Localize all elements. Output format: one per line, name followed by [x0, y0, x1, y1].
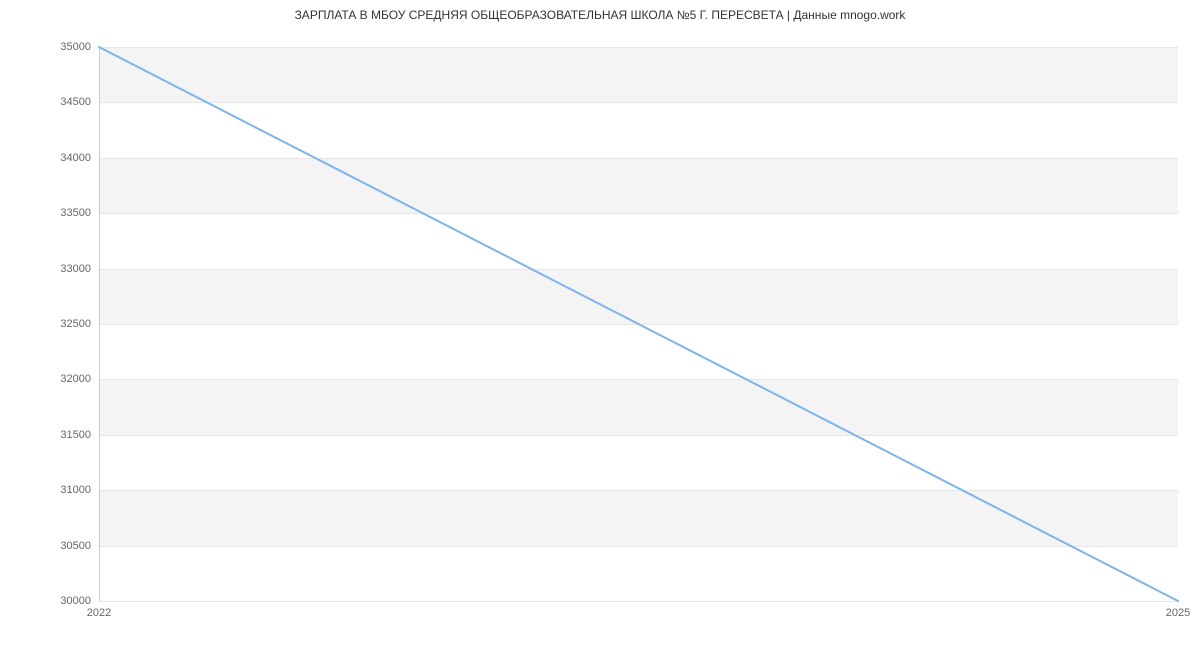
- gridline: [99, 601, 1178, 602]
- y-tick-label: 34500: [60, 96, 99, 108]
- plot-area: 35000 34500 34000 33500 33000 32500 3200…: [99, 47, 1178, 601]
- series-line: [99, 47, 1178, 601]
- chart-title: ЗАРПЛАТА В МБОУ СРЕДНЯЯ ОБЩЕОБРАЗОВАТЕЛЬ…: [0, 8, 1200, 22]
- chart-container: ЗАРПЛАТА В МБОУ СРЕДНЯЯ ОБЩЕОБРАЗОВАТЕЛЬ…: [0, 0, 1200, 650]
- y-tick-label: 32000: [60, 373, 99, 385]
- y-tick-label: 35000: [60, 41, 99, 53]
- y-tick-label: 33000: [60, 263, 99, 275]
- y-tick-label: 31500: [60, 429, 99, 441]
- y-tick-label: 34000: [60, 152, 99, 164]
- y-tick-label: 30500: [60, 540, 99, 552]
- x-tick-label: 2022: [87, 601, 111, 619]
- x-tick-label: 2025: [1166, 601, 1190, 619]
- series-line-svg: [99, 47, 1178, 601]
- y-tick-label: 31000: [60, 484, 99, 496]
- y-tick-label: 33500: [60, 207, 99, 219]
- y-tick-label: 32500: [60, 318, 99, 330]
